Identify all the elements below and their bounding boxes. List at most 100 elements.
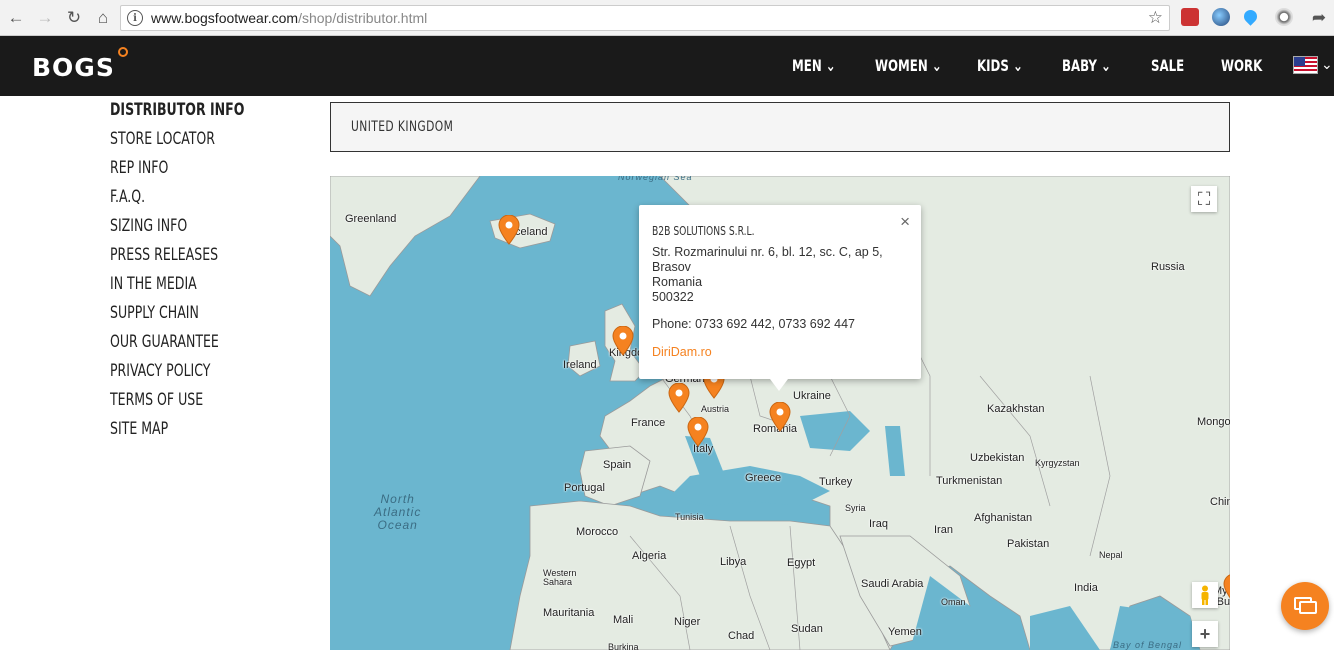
infowindow-city: Brasov [652,260,691,274]
sidebar-item-distributor-info[interactable]: DISTRIBUTOR INFO [110,100,258,129]
home-icon[interactable]: ⌂ [90,5,116,31]
extension-badge-icon[interactable] [1275,8,1293,26]
infowindow-country: Romania [652,275,703,289]
map-pin-iceland[interactable] [498,215,520,245]
close-icon[interactable]: × [900,212,910,232]
bogs-logo[interactable]: BOGS [32,47,128,82]
map-label-tunisia: Tunisia [675,512,704,522]
sidebar-item-privacy-policy[interactable]: PRIVACY POLICY [110,361,258,390]
map-pin-uk[interactable] [612,326,634,356]
map-label-iraq: Iraq [869,518,888,530]
map-label-france: France [631,417,666,429]
map-label-austria: Austria [701,404,730,414]
chat-icon-front [1299,601,1317,614]
country-select[interactable]: UNITED KINGDOM [330,102,1230,152]
map-label-ukraine: Ukraine [793,390,831,402]
map-label-mali: Mali [613,614,634,626]
map-label-sudan: Sudan [791,623,823,635]
reload-icon[interactable]: ↻ [61,5,87,31]
extension-icon[interactable] [1181,8,1199,26]
map-label-pakistan: Pakistan [1007,538,1050,550]
map-label-china: Chin [1210,496,1230,508]
nav-work[interactable]: WORK [1221,56,1262,75]
us-flag-icon[interactable] [1293,56,1318,74]
infowindow-address: Str. Rozmarinului nr. 6, bl. 12, sc. C, … [652,245,883,259]
back-icon[interactable]: ← [3,5,29,31]
url-domain: www.bogsfootwear.com [151,10,299,26]
map-label-saudi-arabia: Saudi Arabia [861,578,924,590]
sidebar-item-press-releases[interactable]: PRESS RELEASES [110,245,258,274]
address-bar[interactable]: i www.bogsfootwear.com/shop/distributor.… [120,5,1170,31]
map-label-turkey: Turkey [819,476,853,488]
map-label-morocco: Morocco [576,526,619,538]
infowindow-phone: Phone: 0733 692 442, 0733 692 447 [652,317,855,331]
map-pin-switzerland[interactable] [668,383,690,413]
map-label-bay-of-bengal: Bay of Bengal [1113,640,1183,650]
map-label-turkmenistan: Turkmenistan [936,475,1003,487]
sidebar-item-site-map[interactable]: SITE MAP [110,419,258,448]
fullscreen-icon[interactable]: ⛶ [1191,186,1217,212]
map-label-greece: Greece [745,472,782,484]
drop-icon[interactable] [1241,7,1260,26]
chevron-down-icon[interactable]: ⌄ [1321,56,1333,73]
map-label-india: India [1074,582,1098,594]
globe-icon[interactable] [1212,8,1230,26]
nav-baby[interactable]: BABY ⌄ [1062,56,1111,75]
map-label-western-sahara: Western Sahara [543,568,577,587]
infowindow-postcode: 500322 [652,290,694,304]
nav-women[interactable]: WOMEN ⌄ [875,56,942,75]
map-label-iran: Iran [934,524,953,536]
map-label-burkina: Burkina [608,642,639,650]
chat-button[interactable] [1281,582,1329,630]
map-label-ireland: Ireland [563,359,597,371]
map-label-oman: Oman [941,597,966,607]
zoom-in-button[interactable]: + [1192,621,1218,647]
map-label-kyrgyzstan: Kyrgyzstan [1035,458,1080,468]
map-label-libya: Libya [720,556,747,568]
map-label-yemen: Yemen [888,626,922,638]
sidebar-item-our-guarantee[interactable]: OUR GUARANTEE [110,332,258,361]
sidebar-item-store-locator[interactable]: STORE LOCATOR [110,129,258,158]
sidebar-item-in-the-media[interactable]: IN THE MEDIA [110,274,258,303]
map-label-egypt: Egypt [787,557,816,569]
map-label-greenland: Greenland [345,213,397,225]
sidebar-item-rep-info[interactable]: REP INFO [110,158,258,187]
map-label-syria: Syria [845,503,866,513]
map-label-kazakhstan: Kazakhstan [987,403,1045,415]
map-label-niger: Niger [674,616,701,628]
map-pin-italy[interactable] [687,417,709,447]
sidebar-menu: DISTRIBUTOR INFO STORE LOCATOR REP INFO … [110,100,290,448]
site-info-icon[interactable]: i [127,10,143,26]
nav-kids[interactable]: KIDS ⌄ [977,56,1023,75]
sidebar-item-sizing-info[interactable]: SIZING INFO [110,216,258,245]
map-label-russia: Russia [1151,261,1185,273]
map-label-portugal: Portugal [564,482,605,494]
url-path: /shop/distributor.html [298,10,428,26]
distributor-infowindow: B2B SOLUTIONS S.R.L. × Str. Rozmarinului… [639,205,921,391]
pegman-icon[interactable] [1192,582,1218,608]
map-label-mongolia: Mongo [1197,416,1230,428]
site-header: BOGS MEN ⌄ WOMEN ⌄ KIDS ⌄ BABY ⌄ SALE WO… [0,36,1334,96]
share-arrow-icon[interactable]: ➦ [1306,5,1332,31]
map-pin-asia[interactable] [1223,574,1230,604]
map-label-chad: Chad [728,630,755,642]
sidebar-item-supply-chain[interactable]: SUPPLY CHAIN [110,303,258,332]
forward-icon[interactable]: → [32,5,58,31]
map-label-nepal: Nepal [1099,550,1123,560]
bookmark-star-icon[interactable]: ☆ [1148,8,1163,28]
sidebar-item-terms-of-use[interactable]: TERMS OF USE [110,390,258,419]
map-label-spain: Spain [603,459,632,471]
browser-toolbar: ← → ↻ ⌂ i www.bogsfootwear.com/shop/dist… [0,0,1334,36]
country-select-value: UNITED KINGDOM [351,119,454,135]
map-label-mauritania: Mauritania [543,607,595,619]
map-label-norwegian-sea: Norwegian Sea [618,176,693,182]
map-pin-romania[interactable] [769,402,791,432]
infowindow-title: B2B SOLUTIONS S.R.L. [652,224,755,238]
infowindow-website-link[interactable]: DiriDam.ro [652,345,712,359]
sidebar-item-faq[interactable]: F.A.Q. [110,187,258,216]
map-label-algeria: Algeria [632,550,667,562]
map-label-north-atlantic: North Atlantic Ocean [374,492,422,532]
nav-sale[interactable]: SALE [1151,56,1184,75]
map-label-uzbekistan: Uzbekistan [970,452,1025,464]
nav-men[interactable]: MEN ⌄ [792,56,836,75]
